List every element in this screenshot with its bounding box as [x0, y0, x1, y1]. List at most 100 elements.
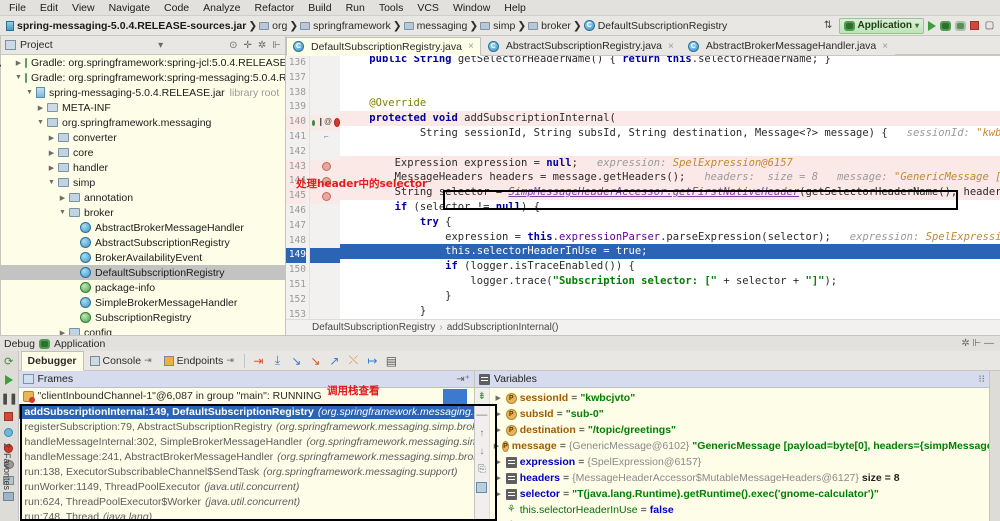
- code-line-151[interactable]: logger.trace("Subscription selector: [" …: [340, 274, 1000, 289]
- tab-defaultsubscriptionregistry[interactable]: CDefaultSubscriptionRegistry.java×: [286, 37, 481, 56]
- debug-button[interactable]: [940, 21, 951, 31]
- code-line-150[interactable]: if (logger.isTraceEnabled()) {: [340, 259, 1000, 274]
- tree-node-9[interactable]: ▶annotation: [1, 190, 285, 205]
- chevron-right-icon[interactable]: ▶: [494, 394, 503, 402]
- code-line-152[interactable]: }: [340, 289, 1000, 304]
- frames-settings-icon[interactable]: ⇥⁺: [456, 374, 470, 385]
- inspect-icon[interactable]: [476, 482, 487, 493]
- code-line-145[interactable]: String selector = SimpMessageHeaderAcces…: [340, 185, 1000, 200]
- code-line-141[interactable]: String sessionId, String subsId, String …: [340, 126, 1000, 141]
- menu-item-build[interactable]: Build: [301, 0, 338, 16]
- chevron-right-icon[interactable]: ▶: [494, 410, 503, 418]
- debug-tab-debugger[interactable]: Debugger: [21, 351, 84, 371]
- stack-frame-7[interactable]: run:748, Thread(java.lang): [19, 509, 474, 521]
- code-line-136[interactable]: public String getSelectorHeaderName() { …: [340, 56, 1000, 67]
- tree-node-17[interactable]: SubscriptionRegistry: [1, 310, 285, 325]
- evaluate-expression-icon[interactable]: ▤: [385, 354, 398, 367]
- tree-node-0[interactable]: ▶Gradle: org.springframework:spring-jcl:…: [1, 55, 285, 70]
- code-line-140[interactable]: protected void addSubscriptionInternal(: [340, 111, 1000, 126]
- breadcrumb-item-6[interactable]: CDefaultSubscriptionRegistry: [582, 16, 730, 36]
- chevron-right-icon[interactable]: ▶: [47, 134, 56, 142]
- tree-node-18[interactable]: ▶config: [1, 325, 285, 335]
- tree-node-7[interactable]: ▶handler: [1, 160, 285, 175]
- show-execution-point-icon[interactable]: ⇥: [252, 354, 265, 367]
- gutter-markers[interactable]: [310, 71, 340, 86]
- run-to-cursor-icon[interactable]: ↦: [366, 354, 379, 367]
- code-line-138[interactable]: [340, 82, 1000, 97]
- variable-row-1[interactable]: ▶PsubsId = "sub-0": [490, 406, 989, 422]
- tree-node-5[interactable]: ▶converter: [1, 130, 285, 145]
- code-line-139[interactable]: @Override: [340, 96, 1000, 111]
- menu-item-navigate[interactable]: Navigate: [102, 0, 157, 16]
- project-tree[interactable]: ▶Gradle: org.springframework:spring-jcl:…: [1, 55, 285, 335]
- step-out-icon[interactable]: ↗: [328, 354, 341, 367]
- run-button[interactable]: [928, 21, 936, 31]
- variable-row-3[interactable]: ▶Pmessage = {GenericMessage@6102} "Gener…: [490, 438, 989, 454]
- breadcrumb-item-4[interactable]: simp: [478, 16, 517, 36]
- tree-node-3[interactable]: ▶META-INF: [1, 100, 285, 115]
- tab-abstractsubscriptionregistry[interactable]: CAbstractSubscriptionRegistry.java×: [481, 36, 681, 55]
- chevron-right-icon[interactable]: ▶: [58, 194, 67, 202]
- tree-node-15[interactable]: package-info: [1, 280, 285, 295]
- tree-node-2[interactable]: ▼spring-messaging-5.0.4.RELEASE.jarlibra…: [1, 85, 285, 100]
- editor-breadcrumb[interactable]: DefaultSubscriptionRegistry›addSubscript…: [286, 319, 1000, 335]
- frames-dropdown-button[interactable]: [443, 389, 467, 404]
- code-line-148[interactable]: expression = this.expressionParser.parse…: [340, 230, 1000, 245]
- menu-item-window[interactable]: Window: [446, 0, 497, 16]
- gutter-markers[interactable]: [310, 234, 340, 249]
- menu-item-file[interactable]: File: [2, 0, 33, 16]
- variable-row-0[interactable]: ▶PsessionId = "kwbcjvto": [490, 390, 989, 406]
- stack-frame-3[interactable]: handleMessage:241, AbstractBrokerMessage…: [19, 449, 474, 464]
- view-breakpoints-icon[interactable]: [4, 428, 13, 437]
- stop-button[interactable]: [970, 21, 979, 30]
- chevron-right-icon[interactable]: ▶: [14, 59, 23, 67]
- run-coverage-button[interactable]: [955, 21, 966, 31]
- menu-item-help[interactable]: Help: [497, 0, 533, 16]
- disabled-breakpoint-icon[interactable]: [322, 192, 331, 201]
- source-code[interactable]: public String getSelectorHeaderName() { …: [340, 56, 1000, 319]
- gutter-markers[interactable]: [310, 293, 340, 308]
- menu-item-edit[interactable]: Edit: [33, 0, 65, 16]
- variable-row-4[interactable]: ▶expression = {SpelExpression@6157}: [490, 454, 989, 470]
- editor-breadcrumb-item-1[interactable]: addSubscriptionInternal(): [447, 322, 559, 333]
- force-step-into-icon[interactable]: ↘: [309, 354, 322, 367]
- chevron-right-icon[interactable]: ▶: [494, 442, 499, 450]
- menu-item-view[interactable]: View: [65, 0, 102, 16]
- run-configuration-selector[interactable]: Application ▾: [839, 18, 924, 34]
- tree-node-4[interactable]: ▼org.springframework.messaging: [1, 115, 285, 130]
- hide-icon[interactable]: ⊩: [272, 40, 281, 51]
- code-line-153[interactable]: }: [340, 304, 1000, 319]
- tree-node-10[interactable]: ▼broker: [1, 205, 285, 220]
- stack-frame-4[interactable]: run:138, ExecutorSubscribableChannel$Sen…: [19, 464, 474, 479]
- tree-node-8[interactable]: ▼simp: [1, 175, 285, 190]
- rerun-icon[interactable]: ⟳: [4, 355, 13, 368]
- chevron-down-icon[interactable]: ▾: [158, 40, 163, 51]
- code-line-144[interactable]: MessageHeaders headers = message.getHead…: [340, 170, 1000, 185]
- sidebar-item-favorites[interactable]: 2: Favorites: [2, 443, 12, 490]
- code-line-143[interactable]: Expression expression = null; expression…: [340, 156, 1000, 171]
- gutter-markers[interactable]: ⌐: [310, 130, 340, 145]
- menu-item-run[interactable]: Run: [339, 0, 372, 16]
- code-line-146[interactable]: if (selector != null) {: [340, 200, 1000, 215]
- editor-breadcrumb-item-0[interactable]: DefaultSubscriptionRegistry: [312, 322, 435, 333]
- tree-node-12[interactable]: AbstractSubscriptionRegistry: [1, 235, 285, 250]
- tree-node-16[interactable]: SimpleBrokerMessageHandler: [1, 295, 285, 310]
- gutter-markers[interactable]: ❙@: [310, 115, 340, 130]
- chevron-down-icon[interactable]: ▼: [58, 209, 67, 216]
- debug-tab-console[interactable]: Console⇥: [84, 351, 158, 371]
- gutter-markers[interactable]: [310, 278, 340, 293]
- settings-gear-icon[interactable]: ✲: [258, 40, 266, 51]
- debug-tab-endpoints[interactable]: Endpoints⇥: [158, 351, 240, 371]
- variables-settings-icon[interactable]: ⁝⁝: [979, 374, 985, 385]
- variable-row-6[interactable]: ▶selector = "T(java.lang.Runtime).getRun…: [490, 486, 989, 502]
- tree-node-14[interactable]: DefaultSubscriptionRegistry: [1, 265, 285, 280]
- disabled-breakpoint-icon[interactable]: [322, 162, 331, 171]
- step-over-icon[interactable]: ⤓: [271, 354, 284, 367]
- variable-row-7[interactable]: ⚘this.selectorHeaderInUse = false: [490, 502, 989, 518]
- collapse-all-icon[interactable]: ⊙: [229, 40, 237, 51]
- copy-icon[interactable]: ⎘: [478, 464, 486, 475]
- code-line-142[interactable]: [340, 141, 1000, 156]
- menu-item-tools[interactable]: Tools: [372, 0, 411, 16]
- add-watch-icon[interactable]: ⇟: [478, 391, 486, 402]
- resume-program-icon[interactable]: [5, 375, 13, 385]
